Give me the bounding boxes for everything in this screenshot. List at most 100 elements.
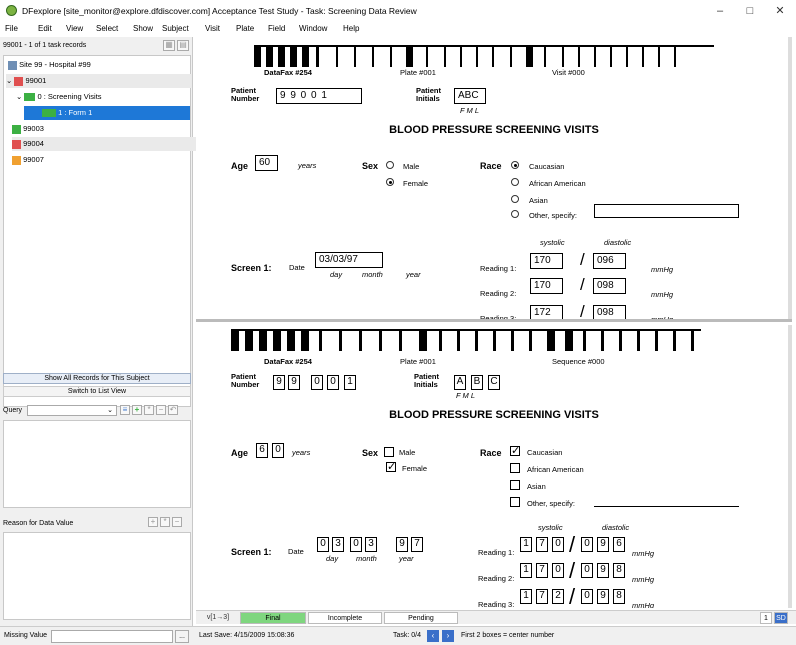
undo-icon[interactable]: ↶ — [168, 405, 178, 415]
switch-list-view-button[interactable]: Switch to List View — [3, 386, 191, 397]
window-title: DFexplore [site_monitor@explore.dfdiscov… — [22, 6, 417, 16]
reason-text-area[interactable] — [3, 532, 191, 620]
scan-other-label: Other, specify: — [527, 499, 575, 508]
menu-subject[interactable]: Subject — [162, 24, 189, 33]
scan-r2-digit-4: 0 — [581, 563, 593, 578]
date-label: Date — [289, 263, 305, 272]
menu-select[interactable]: Select — [96, 24, 118, 33]
minus-reason-icon[interactable]: − — [172, 517, 182, 527]
missing-value-label: Missing Value — [4, 632, 48, 639]
screen-date-field[interactable]: 03/03/97 — [315, 252, 383, 268]
race-caucasian-radio[interactable] — [511, 161, 519, 169]
subject-icon — [14, 76, 24, 86]
scan-sequence-label: Sequence #000 — [552, 357, 605, 366]
sd-button[interactable]: SD — [774, 612, 788, 624]
reading-1-diastolic[interactable]: 096 — [593, 253, 626, 269]
age-field[interactable]: 60 — [255, 155, 278, 171]
race-african-american-radio[interactable] — [511, 178, 519, 186]
show-all-records-button[interactable]: Show All Records for This Subject — [3, 373, 191, 384]
task-next-icon[interactable]: › — [442, 630, 454, 642]
table-view-icon[interactable]: ▦ — [163, 40, 175, 51]
asterisk-reason-icon[interactable]: * — [160, 517, 170, 527]
menu-window[interactable]: Window — [299, 24, 327, 33]
race-asian-radio[interactable] — [511, 195, 519, 203]
add-icon[interactable]: + — [132, 405, 142, 415]
scan-systolic-label: systolic — [538, 523, 563, 532]
datafax-label: DataFax #254 — [264, 68, 312, 77]
scan-age-label: Age — [231, 448, 249, 458]
menu-plate[interactable]: Plate — [236, 24, 254, 33]
page-indicator[interactable]: 1 — [760, 612, 772, 624]
tree-visit[interactable]: ⌄ 0 : Screening Visits — [16, 90, 202, 104]
reading-1-label: Reading 1: — [480, 264, 517, 273]
patient-initials-field[interactable]: ABC — [454, 88, 486, 104]
scan-date-label: Date — [288, 547, 304, 556]
menu-field[interactable]: Field — [268, 24, 285, 33]
status-pending-button[interactable]: Pending — [384, 612, 458, 624]
scan-r3-slash: / — [569, 584, 576, 608]
scan-r3-digit-3: 2 — [552, 589, 564, 604]
tree-subject-99007[interactable]: 99007 — [12, 153, 198, 167]
scan-r1-digit-4: 0 — [581, 537, 593, 552]
menu-edit[interactable]: Edit — [38, 24, 52, 33]
missing-value-button[interactable]: ... — [175, 630, 189, 643]
scan-female-checkbox: ✓ — [386, 461, 397, 473]
scan-pn-digit-2: 9 — [288, 375, 300, 390]
list-view-icon[interactable]: ▤ — [177, 40, 189, 51]
female-radio[interactable] — [386, 178, 394, 186]
scan-age-digit-1: 6 — [256, 443, 268, 458]
race-other-field[interactable] — [594, 204, 739, 218]
query-select[interactable]: ⌄ — [27, 405, 117, 416]
tree-subject-99001[interactable]: ⌄ 99001 — [6, 74, 192, 88]
reading-2-systolic[interactable]: 170 — [530, 278, 563, 294]
subject-icon — [12, 139, 21, 149]
query-text-area[interactable] — [3, 420, 191, 508]
tree-site[interactable]: Site 99 - Hospital #99 — [8, 58, 194, 72]
male-radio[interactable] — [386, 161, 394, 169]
menu-file[interactable]: File — [5, 24, 18, 33]
form-title: BLOOD PRESSURE SCREENING VISITS — [389, 124, 599, 136]
systolic-label: systolic — [540, 238, 565, 247]
vertical-scrollbar-top[interactable] — [788, 37, 792, 319]
asterisk-icon[interactable]: * — [144, 405, 154, 415]
tree-subject-99004[interactable]: 99004 — [12, 137, 198, 151]
menu-show[interactable]: Show — [133, 24, 153, 33]
menu-visit[interactable]: Visit — [205, 24, 220, 33]
scan-r1-digit-2: 7 — [536, 537, 548, 552]
vertical-scrollbar-bottom[interactable] — [788, 325, 792, 608]
status-incomplete-button[interactable]: Incomplete — [308, 612, 382, 624]
reading-2-diastolic[interactable]: 098 — [593, 278, 626, 294]
status-final-button[interactable]: Final — [240, 612, 306, 624]
list-icon[interactable]: ≡ — [120, 405, 130, 415]
reading-2-label: Reading 2: — [480, 289, 517, 298]
fml-label: F M L — [460, 106, 480, 115]
close-button[interactable]: ✕ — [766, 3, 794, 19]
reading-3-diastolic[interactable]: 098 — [593, 305, 626, 319]
subject-tree: Site 99 - Hospital #99 ⌄ 99001 ⌄ 0 : Scr… — [3, 55, 198, 407]
tree-form[interactable]: 1 : Form 1 — [24, 106, 190, 120]
menu-view[interactable]: View — [66, 24, 83, 33]
task-prev-icon[interactable]: ‹ — [427, 630, 439, 642]
add-reason-icon[interactable]: + — [148, 517, 158, 527]
menu-help[interactable]: Help — [343, 24, 359, 33]
scan-patient-number-label: Patient Number — [231, 372, 260, 389]
tree-subject-99003[interactable]: 99003 — [12, 122, 198, 136]
reading-1-systolic[interactable]: 170 — [530, 253, 563, 269]
minimize-button[interactable]: – — [706, 3, 734, 19]
scan-r2-digit-5: 9 — [597, 563, 609, 578]
reading-2-slash: / — [580, 275, 585, 294]
reading-3-systolic[interactable]: 172 — [530, 305, 563, 319]
month-label: month — [362, 270, 383, 279]
patient-number-field[interactable]: 9 9 0 0 1 — [276, 88, 362, 104]
visit-label: Visit #000 — [552, 68, 585, 77]
scan-pn-digit-5: 1 — [344, 375, 356, 390]
scan-date-digit-1: 0 — [317, 537, 329, 552]
scan-month-label: month — [356, 554, 377, 563]
race-other-radio[interactable] — [511, 210, 519, 218]
scan-r1-digit-6: 6 — [613, 537, 625, 552]
scan-r3-digit-5: 9 — [597, 589, 609, 604]
maximize-button[interactable]: □ — [736, 3, 764, 19]
minus-icon[interactable]: − — [156, 405, 166, 415]
missing-value-input[interactable] — [51, 630, 173, 643]
year-label: year — [406, 270, 421, 279]
